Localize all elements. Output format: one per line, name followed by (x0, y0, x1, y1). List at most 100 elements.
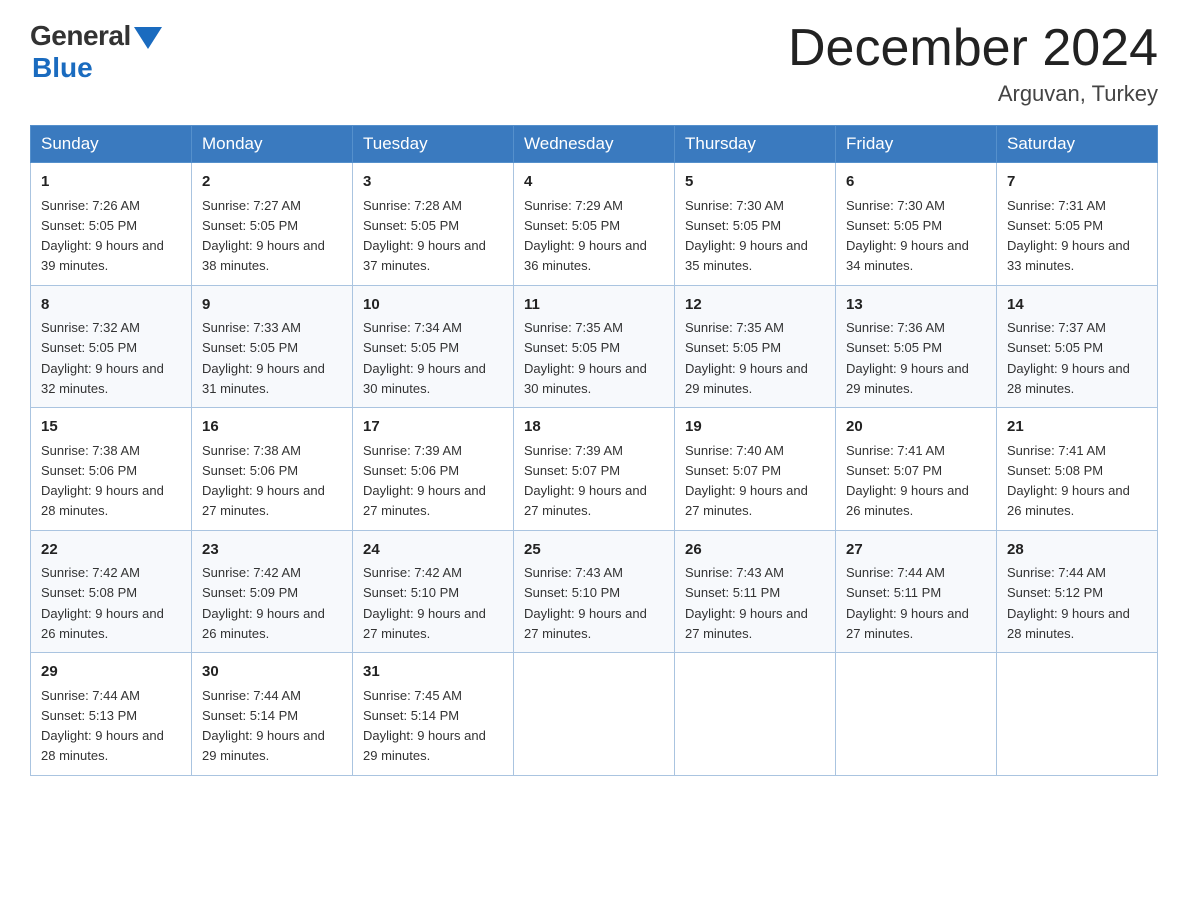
day-info: Sunrise: 7:45 AMSunset: 5:14 PMDaylight:… (363, 688, 486, 764)
table-row: 28 Sunrise: 7:44 AMSunset: 5:12 PMDaylig… (997, 530, 1158, 653)
logo: General Blue (30, 20, 162, 84)
day-number: 20 (846, 416, 986, 439)
day-info: Sunrise: 7:44 AMSunset: 5:12 PMDaylight:… (1007, 565, 1130, 641)
day-info: Sunrise: 7:28 AMSunset: 5:05 PMDaylight:… (363, 198, 486, 274)
logo-blue-text: Blue (32, 52, 93, 84)
day-info: Sunrise: 7:38 AMSunset: 5:06 PMDaylight:… (41, 443, 164, 519)
table-row: 31 Sunrise: 7:45 AMSunset: 5:14 PMDaylig… (353, 653, 514, 776)
day-number: 1 (41, 171, 181, 194)
table-row: 3 Sunrise: 7:28 AMSunset: 5:05 PMDayligh… (353, 163, 514, 286)
day-info: Sunrise: 7:30 AMSunset: 5:05 PMDaylight:… (846, 198, 969, 274)
table-row: 2 Sunrise: 7:27 AMSunset: 5:05 PMDayligh… (192, 163, 353, 286)
day-info: Sunrise: 7:31 AMSunset: 5:05 PMDaylight:… (1007, 198, 1130, 274)
day-info: Sunrise: 7:33 AMSunset: 5:05 PMDaylight:… (202, 320, 325, 396)
day-info: Sunrise: 7:42 AMSunset: 5:09 PMDaylight:… (202, 565, 325, 641)
table-row: 5 Sunrise: 7:30 AMSunset: 5:05 PMDayligh… (675, 163, 836, 286)
day-number: 21 (1007, 416, 1147, 439)
day-info: Sunrise: 7:43 AMSunset: 5:11 PMDaylight:… (685, 565, 808, 641)
day-number: 30 (202, 661, 342, 684)
day-info: Sunrise: 7:44 AMSunset: 5:14 PMDaylight:… (202, 688, 325, 764)
day-info: Sunrise: 7:34 AMSunset: 5:05 PMDaylight:… (363, 320, 486, 396)
page-header: General Blue December 2024 Arguvan, Turk… (30, 20, 1158, 107)
day-number: 3 (363, 171, 503, 194)
day-number: 24 (363, 539, 503, 562)
day-number: 11 (524, 294, 664, 317)
day-number: 7 (1007, 171, 1147, 194)
table-row: 10 Sunrise: 7:34 AMSunset: 5:05 PMDaylig… (353, 285, 514, 408)
table-row: 21 Sunrise: 7:41 AMSunset: 5:08 PMDaylig… (997, 408, 1158, 531)
day-number: 9 (202, 294, 342, 317)
table-row: 9 Sunrise: 7:33 AMSunset: 5:05 PMDayligh… (192, 285, 353, 408)
table-row: 26 Sunrise: 7:43 AMSunset: 5:11 PMDaylig… (675, 530, 836, 653)
day-number: 12 (685, 294, 825, 317)
day-number: 4 (524, 171, 664, 194)
col-monday: Monday (192, 126, 353, 163)
table-row: 12 Sunrise: 7:35 AMSunset: 5:05 PMDaylig… (675, 285, 836, 408)
day-info: Sunrise: 7:40 AMSunset: 5:07 PMDaylight:… (685, 443, 808, 519)
col-thursday: Thursday (675, 126, 836, 163)
day-info: Sunrise: 7:26 AMSunset: 5:05 PMDaylight:… (41, 198, 164, 274)
day-info: Sunrise: 7:27 AMSunset: 5:05 PMDaylight:… (202, 198, 325, 274)
day-number: 15 (41, 416, 181, 439)
day-info: Sunrise: 7:43 AMSunset: 5:10 PMDaylight:… (524, 565, 647, 641)
day-info: Sunrise: 7:42 AMSunset: 5:08 PMDaylight:… (41, 565, 164, 641)
day-number: 28 (1007, 539, 1147, 562)
day-info: Sunrise: 7:37 AMSunset: 5:05 PMDaylight:… (1007, 320, 1130, 396)
table-row: 24 Sunrise: 7:42 AMSunset: 5:10 PMDaylig… (353, 530, 514, 653)
logo-triangle-icon (134, 27, 162, 49)
calendar-week-row: 1 Sunrise: 7:26 AMSunset: 5:05 PMDayligh… (31, 163, 1158, 286)
day-number: 25 (524, 539, 664, 562)
day-number: 26 (685, 539, 825, 562)
logo-general-text: General (30, 20, 131, 52)
calendar-week-row: 29 Sunrise: 7:44 AMSunset: 5:13 PMDaylig… (31, 653, 1158, 776)
calendar-table: Sunday Monday Tuesday Wednesday Thursday… (30, 125, 1158, 776)
day-info: Sunrise: 7:44 AMSunset: 5:11 PMDaylight:… (846, 565, 969, 641)
table-row: 15 Sunrise: 7:38 AMSunset: 5:06 PMDaylig… (31, 408, 192, 531)
day-info: Sunrise: 7:35 AMSunset: 5:05 PMDaylight:… (524, 320, 647, 396)
day-number: 22 (41, 539, 181, 562)
day-info: Sunrise: 7:41 AMSunset: 5:07 PMDaylight:… (846, 443, 969, 519)
calendar-header-row: Sunday Monday Tuesday Wednesday Thursday… (31, 126, 1158, 163)
day-info: Sunrise: 7:32 AMSunset: 5:05 PMDaylight:… (41, 320, 164, 396)
location-text: Arguvan, Turkey (788, 81, 1158, 107)
col-wednesday: Wednesday (514, 126, 675, 163)
day-info: Sunrise: 7:39 AMSunset: 5:06 PMDaylight:… (363, 443, 486, 519)
table-row: 29 Sunrise: 7:44 AMSunset: 5:13 PMDaylig… (31, 653, 192, 776)
calendar-week-row: 22 Sunrise: 7:42 AMSunset: 5:08 PMDaylig… (31, 530, 1158, 653)
day-number: 18 (524, 416, 664, 439)
table-row: 7 Sunrise: 7:31 AMSunset: 5:05 PMDayligh… (997, 163, 1158, 286)
day-info: Sunrise: 7:36 AMSunset: 5:05 PMDaylight:… (846, 320, 969, 396)
day-number: 14 (1007, 294, 1147, 317)
table-row: 22 Sunrise: 7:42 AMSunset: 5:08 PMDaylig… (31, 530, 192, 653)
day-number: 29 (41, 661, 181, 684)
day-number: 17 (363, 416, 503, 439)
day-info: Sunrise: 7:44 AMSunset: 5:13 PMDaylight:… (41, 688, 164, 764)
table-row (836, 653, 997, 776)
table-row (997, 653, 1158, 776)
table-row: 18 Sunrise: 7:39 AMSunset: 5:07 PMDaylig… (514, 408, 675, 531)
table-row: 19 Sunrise: 7:40 AMSunset: 5:07 PMDaylig… (675, 408, 836, 531)
day-number: 16 (202, 416, 342, 439)
calendar-week-row: 15 Sunrise: 7:38 AMSunset: 5:06 PMDaylig… (31, 408, 1158, 531)
table-row: 23 Sunrise: 7:42 AMSunset: 5:09 PMDaylig… (192, 530, 353, 653)
table-row: 14 Sunrise: 7:37 AMSunset: 5:05 PMDaylig… (997, 285, 1158, 408)
day-info: Sunrise: 7:30 AMSunset: 5:05 PMDaylight:… (685, 198, 808, 274)
table-row: 6 Sunrise: 7:30 AMSunset: 5:05 PMDayligh… (836, 163, 997, 286)
col-tuesday: Tuesday (353, 126, 514, 163)
table-row: 30 Sunrise: 7:44 AMSunset: 5:14 PMDaylig… (192, 653, 353, 776)
day-info: Sunrise: 7:35 AMSunset: 5:05 PMDaylight:… (685, 320, 808, 396)
table-row: 8 Sunrise: 7:32 AMSunset: 5:05 PMDayligh… (31, 285, 192, 408)
calendar-week-row: 8 Sunrise: 7:32 AMSunset: 5:05 PMDayligh… (31, 285, 1158, 408)
day-number: 2 (202, 171, 342, 194)
day-info: Sunrise: 7:41 AMSunset: 5:08 PMDaylight:… (1007, 443, 1130, 519)
day-info: Sunrise: 7:29 AMSunset: 5:05 PMDaylight:… (524, 198, 647, 274)
col-sunday: Sunday (31, 126, 192, 163)
title-section: December 2024 Arguvan, Turkey (788, 20, 1158, 107)
table-row: 27 Sunrise: 7:44 AMSunset: 5:11 PMDaylig… (836, 530, 997, 653)
day-number: 6 (846, 171, 986, 194)
day-number: 19 (685, 416, 825, 439)
table-row: 17 Sunrise: 7:39 AMSunset: 5:06 PMDaylig… (353, 408, 514, 531)
day-number: 31 (363, 661, 503, 684)
day-number: 13 (846, 294, 986, 317)
day-number: 5 (685, 171, 825, 194)
